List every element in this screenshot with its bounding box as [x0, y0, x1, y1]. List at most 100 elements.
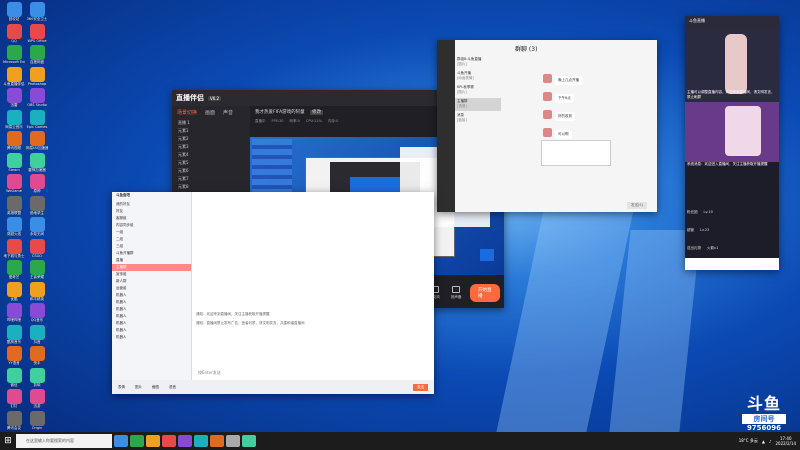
desktop-icon[interactable]: 回收站 [3, 2, 25, 24]
conversation-item[interactable]: 主播群 [语音] [455, 98, 501, 111]
weather-text[interactable]: 18°C 多云 [739, 438, 758, 444]
toolbar-item[interactable]: 截图 [152, 385, 159, 390]
desktop-icon[interactable]: 原神 [26, 174, 48, 196]
scene-item[interactable]: 元素2 [172, 135, 250, 143]
taskbar-app-icon[interactable] [146, 435, 160, 447]
group-item[interactable]: 宣传组 [112, 271, 191, 278]
desktop-icon[interactable]: CSGO [26, 238, 48, 261]
desktop-icon[interactable]: 王者荣耀 [26, 260, 48, 282]
scene-item[interactable]: 元素8 [172, 183, 250, 191]
group-item[interactable]: 二组 [112, 236, 191, 243]
group-item[interactable]: 新人群 [112, 278, 191, 285]
toolbar-item[interactable]: 表情 [118, 385, 125, 390]
desktop-icon[interactable]: 百度网盘 [26, 45, 48, 67]
desktop-icon[interactable]: 快手 [26, 346, 48, 368]
taskbar-app-icon[interactable] [210, 435, 224, 447]
desktop-icon[interactable]: WPS Office [26, 23, 48, 46]
group-item[interactable]: 好友 [112, 208, 191, 215]
phone-row[interactable]: 超管 Lv.23 [687, 228, 777, 244]
message-input[interactable]: 按Enter发送 [196, 368, 430, 378]
group-item[interactable]: 机器人 [112, 320, 191, 327]
group-item[interactable]: 机器人 [112, 334, 191, 341]
group-item[interactable]: 运营组 [112, 285, 191, 292]
volume-icon[interactable]: ♪ [769, 439, 772, 444]
send-button[interactable]: 发送 [413, 383, 428, 391]
start-live-button[interactable]: 开始直播 [469, 284, 500, 302]
panel-tab[interactable]: 场景切换 [177, 109, 197, 116]
conversation-item[interactable]: 消息 [链接] [455, 112, 501, 125]
desktop-icon[interactable]: 酷狗音乐 [3, 324, 25, 347]
scene-item[interactable]: 元素4 [172, 151, 250, 159]
desktop-icon[interactable]: Photoshop [26, 66, 48, 89]
desktop-icon[interactable]: 腾讯会议 [3, 410, 25, 433]
desktop-icon[interactable]: QQ音乐 [26, 303, 48, 325]
phone-row[interactable]: 送出礼物 火箭x1 [687, 246, 777, 262]
desktop-icon[interactable]: 和平精英 [26, 281, 48, 304]
taskbar-app-icon[interactable] [114, 435, 128, 447]
scene-item[interactable]: 直播 1 [172, 119, 250, 127]
group-item[interactable]: 机器人 [112, 313, 191, 320]
desktop-icon[interactable]: 抖音 [26, 324, 48, 347]
room-title[interactable]: 我才热爱FIFA游戏的阿童 [255, 110, 305, 115]
scene-item[interactable]: 元素5 [172, 159, 250, 167]
group-item[interactable]: 客服组 [112, 215, 191, 222]
group-item[interactable]: 机器人 [112, 299, 191, 306]
group-item[interactable]: 机器人 [112, 306, 191, 313]
taskbar-app-icon[interactable] [178, 435, 192, 447]
conversation-item[interactable]: 群组8:斗鱼直播 [图片] [455, 56, 501, 69]
desktop-icon[interactable]: 永劫无间 [26, 217, 48, 239]
panel-tab[interactable]: 画面 [205, 109, 215, 116]
desktop-icon[interactable]: 迅雷 [3, 88, 25, 110]
desktop-icon[interactable]: Microsoft Edge [3, 45, 25, 67]
desktop-icon[interactable]: 网易UU加速器 [26, 131, 48, 153]
scene-item[interactable]: 元素6 [172, 167, 250, 175]
conversation-item[interactable]: 斗鱼开播 [动画表情] [455, 70, 501, 83]
footer-button[interactable]: 扬声器 [448, 286, 464, 300]
toolbar-item[interactable]: 图片 [135, 385, 142, 390]
group-item[interactable]: 机器人 [112, 292, 191, 299]
desktop-icon[interactable]: Steam [3, 152, 25, 175]
edit-button[interactable]: 修改 [310, 110, 324, 115]
group-item[interactable]: 直播 [112, 257, 191, 264]
desktop-icon[interactable]: 网易云音乐 [3, 109, 25, 132]
desktop-icon[interactable]: QQ [3, 23, 25, 46]
avatar[interactable] [543, 128, 552, 137]
desktop-icon[interactable]: 腾讯视频 [3, 131, 25, 153]
scene-item[interactable]: 元素7 [172, 175, 250, 183]
phone-row[interactable]: 粉丝团 Lv.10 [687, 210, 777, 226]
desktop-icon[interactable]: 钉钉 [3, 389, 25, 411]
taskbar-app-icon[interactable] [242, 435, 256, 447]
taskbar-search[interactable]: 在这里输入你要搜索的内容 [16, 434, 112, 448]
taskbar-app-icon[interactable] [162, 435, 176, 447]
conversation-item[interactable]: KPL秋季赛 [图片] [455, 84, 501, 97]
group-item[interactable]: 机器人 [112, 327, 191, 334]
desktop-icon[interactable]: 雷神加速器 [26, 152, 48, 175]
clock[interactable]: 17:40 2022/2/14 [775, 436, 796, 446]
taskbar-app-icon[interactable] [194, 435, 208, 447]
desktop-icon[interactable]: OBS Studio [26, 88, 48, 110]
avatar[interactable] [543, 110, 552, 119]
taskbar-app-icon[interactable] [130, 435, 144, 447]
scene-item[interactable]: 元素3 [172, 143, 250, 151]
panel-tab[interactable]: 声音 [223, 109, 233, 116]
group-item[interactable]: 斗鱼开播群 [112, 250, 191, 257]
desktop-icon[interactable]: 哔哩哔哩 [3, 303, 25, 325]
network-icon[interactable]: ▲ [762, 439, 765, 444]
group-item[interactable]: 主播群 [112, 264, 191, 271]
desktop-icon[interactable]: 微信 [3, 367, 25, 390]
desktop-icon[interactable]: 迅游 [26, 389, 48, 411]
desktop-icon[interactable]: Origin [26, 410, 48, 433]
group-item[interactable]: 一组 [112, 229, 191, 236]
image-message[interactable] [541, 140, 611, 166]
group-item[interactable]: 内容同步组 [112, 222, 191, 229]
desktop-icon[interactable]: 优酷 [3, 281, 25, 304]
desktop-icon[interactable]: WeGame [3, 174, 25, 196]
taskbar-app-icon[interactable] [226, 435, 240, 447]
avatar[interactable] [543, 74, 552, 83]
desktop-icon[interactable]: Epic Games [26, 109, 48, 132]
desktop-icon[interactable]: 爱奇艺 [3, 260, 25, 282]
desktop-icon[interactable]: 绝地求生 [26, 195, 48, 218]
desktop-icon[interactable]: 360安全卫士 [26, 2, 48, 24]
group-item[interactable]: 三组 [112, 243, 191, 250]
desktop-icon[interactable]: 英雄联盟 [3, 195, 25, 218]
